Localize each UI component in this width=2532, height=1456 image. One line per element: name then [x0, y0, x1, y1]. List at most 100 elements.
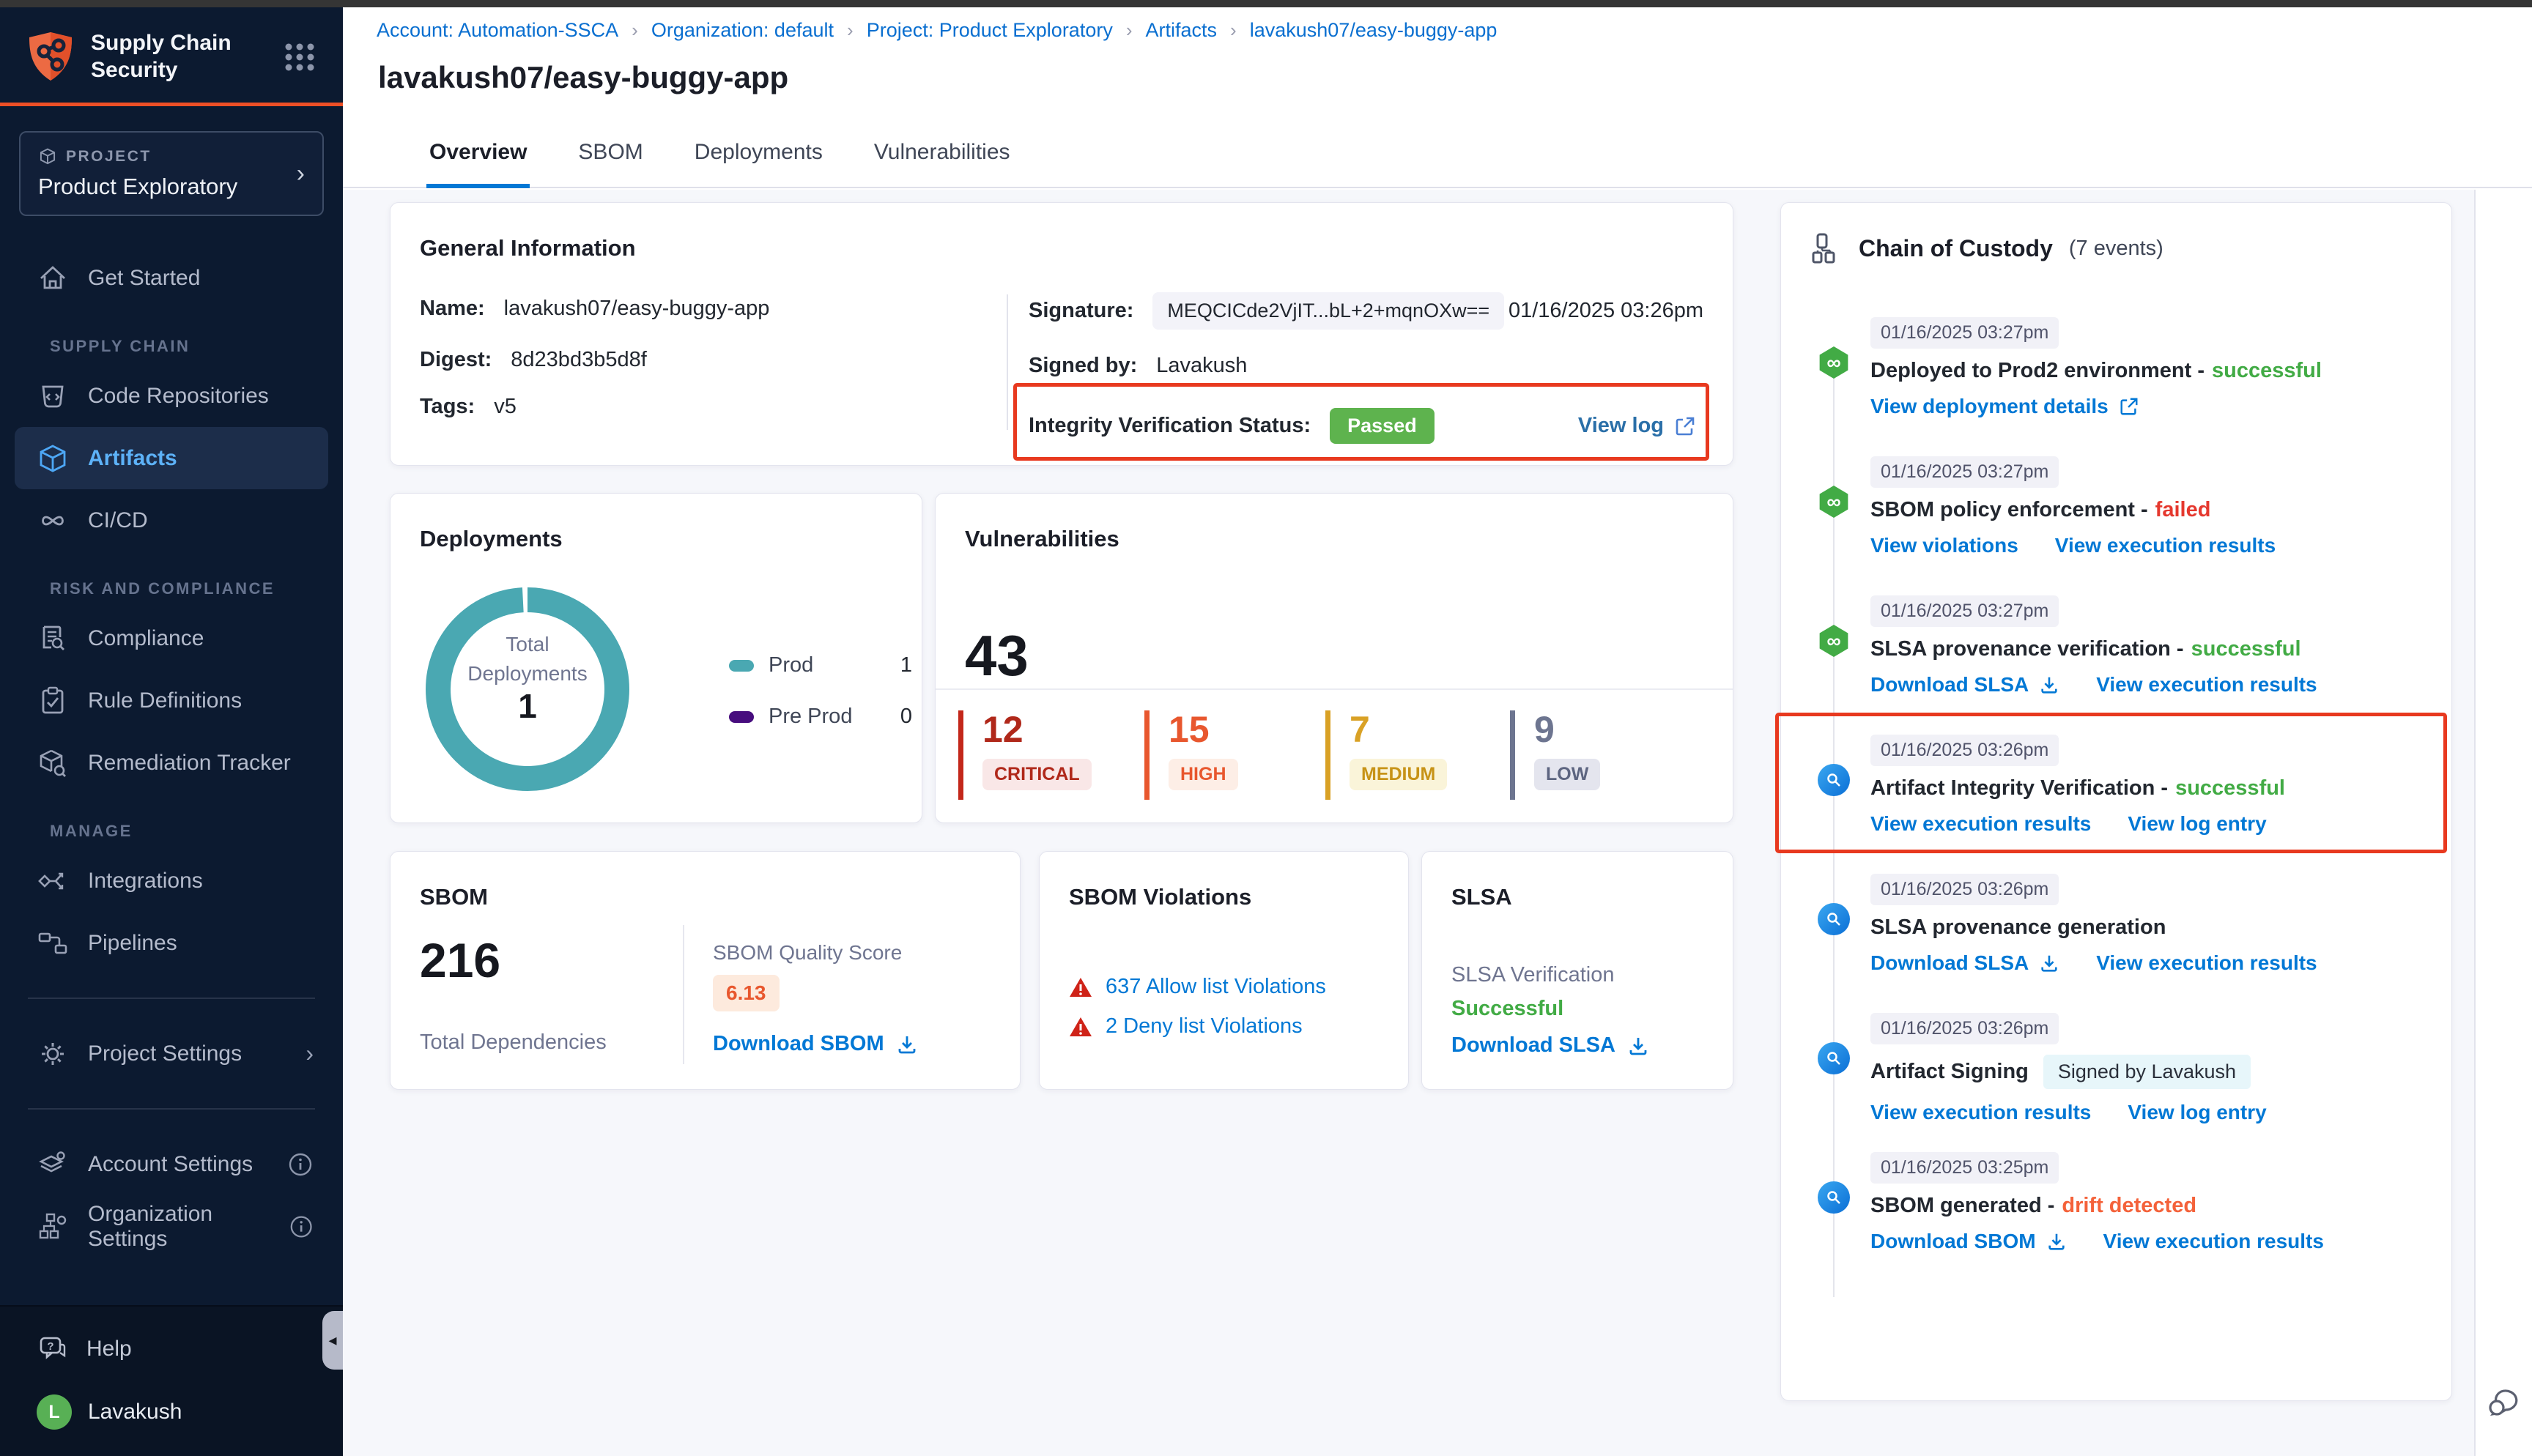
tab-deployments[interactable]: Deployments	[692, 140, 826, 188]
deny-list-violations-row: 2 Deny list Violations	[1069, 1014, 1303, 1039]
chain-of-custody-timeline: ∞ 01/16/2025 03:27pm Deployed to Prod2 e…	[1810, 317, 2434, 1386]
app-title: Supply Chain Security	[91, 29, 232, 83]
sidebar-item-cicd[interactable]: CI/CD	[0, 489, 343, 551]
view-execution-results-link[interactable]: View execution results	[2055, 534, 2276, 557]
sidebar-section-manage: MANAGE	[0, 813, 343, 850]
sidebar-footer: ? Help L Lavakush	[0, 1305, 343, 1456]
help-button[interactable]: ? Help	[0, 1323, 343, 1375]
pipelines-icon	[37, 927, 69, 959]
chain-of-custody-card: Chain of Custody (7 events) ∞ 01/16/2025…	[1780, 202, 2452, 1401]
sbom-violations-card: SBOM Violations 637 Allow list Violation…	[1039, 851, 1409, 1090]
artifact-digest-value: 8d23bd3b5d8f	[511, 348, 646, 372]
sidebar-item-artifacts[interactable]: Artifacts	[15, 427, 328, 489]
sidebar-item-get-started[interactable]: Get Started	[0, 247, 343, 309]
vulnerabilities-total: 43	[965, 623, 1029, 689]
integrations-icon	[37, 865, 69, 897]
event-title: SLSA provenance generation	[1870, 915, 2166, 940]
download-icon	[2039, 675, 2059, 695]
view-execution-results-link[interactable]: View execution results	[2096, 673, 2317, 697]
sidebar-item-remediation-tracker[interactable]: Remediation Tracker	[0, 732, 343, 794]
download-slsa-link[interactable]: Download SLSA	[1451, 1033, 1649, 1058]
sidebar-item-project-settings[interactable]: Project Settings ›	[0, 1022, 343, 1085]
view-execution-results-link[interactable]: View execution results	[1870, 812, 2091, 836]
slsa-card: SLSA SLSA Verification Successful Downlo…	[1421, 851, 1733, 1090]
event-title: Deployed to Prod2 environment -	[1870, 359, 2205, 383]
breadcrumb-project[interactable]: Project: Product Exploratory	[867, 19, 1113, 42]
tab-vulnerabilities[interactable]: Vulnerabilities	[871, 140, 1013, 188]
tab-sbom[interactable]: SBOM	[575, 140, 645, 188]
scan-event-icon	[1818, 1042, 1850, 1074]
chain-of-custody-title: Chain of Custody	[1859, 235, 2053, 262]
artifact-name-value: lavakush07/easy-buggy-app	[504, 297, 770, 321]
artifacts-cube-icon	[37, 442, 69, 475]
view-violations-link[interactable]: View violations	[1870, 534, 2018, 557]
deployments-card: Deployments Total Deployments 1 Prod 1 P…	[390, 493, 922, 823]
breadcrumb-separator: ›	[1126, 19, 1133, 42]
compliance-doc-icon	[37, 623, 69, 655]
info-icon[interactable]	[289, 1214, 314, 1240]
view-execution-results-link[interactable]: View execution results	[1870, 1101, 2091, 1124]
breadcrumb-separator: ›	[632, 19, 638, 42]
signature-value[interactable]: MEQCICde2VjIT...bL+2+mqnOXw==	[1152, 292, 1504, 330]
slsa-title: SLSA	[1451, 884, 1512, 910]
sbom-card: SBOM 216 Total Dependencies SBOM Quality…	[390, 851, 1021, 1090]
support-chat-icon[interactable]	[2484, 1381, 2526, 1424]
vulnerabilities-title: Vulnerabilities	[965, 526, 1119, 552]
sidebar-section-risk-compliance: RISK AND COMPLIANCE	[0, 571, 343, 607]
sidebar-item-account-settings[interactable]: Account Settings	[0, 1133, 343, 1195]
event-status: failed	[2155, 498, 2211, 522]
breadcrumb-current[interactable]: lavakush07/easy-buggy-app	[1250, 19, 1498, 42]
project-selector[interactable]: PROJECT Product Exploratory ›	[19, 131, 324, 216]
signed-by-value: Lavakush	[1156, 354, 1247, 378]
event-timestamp: 01/16/2025 03:27pm	[1870, 595, 2059, 627]
download-slsa-link[interactable]: Download SLSA	[1870, 951, 2059, 975]
download-sbom-link[interactable]: Download SBOM	[713, 1032, 918, 1056]
legend-item-prod: Prod 1	[729, 653, 912, 677]
view-log-link[interactable]: View log	[1578, 414, 1696, 438]
deployments-title: Deployments	[420, 526, 563, 552]
deny-list-violations-link[interactable]: 2 Deny list Violations	[1106, 1014, 1303, 1039]
remediation-tracker-icon	[37, 747, 69, 779]
scan-event-icon	[1818, 903, 1850, 935]
sidebar-collapse-handle[interactable]: ◂	[322, 1311, 343, 1370]
breadcrumb-artifacts[interactable]: Artifacts	[1146, 19, 1218, 42]
tab-overview[interactable]: Overview	[426, 140, 530, 188]
download-sbom-link[interactable]: Download SBOM	[1870, 1230, 2067, 1253]
slsa-verification-label: SLSA Verification	[1451, 963, 1614, 987]
view-deployment-details-link[interactable]: View deployment details	[1870, 395, 2139, 418]
sidebar-item-compliance[interactable]: Compliance	[0, 607, 343, 669]
module-grid-icon[interactable]	[283, 40, 316, 73]
sidebar-item-pipelines[interactable]: Pipelines	[0, 912, 343, 974]
event-deployed-prod2: ∞ 01/16/2025 03:27pm Deployed to Prod2 e…	[1810, 317, 2434, 418]
severity-high: 15 HIGH	[1144, 710, 1238, 800]
download-slsa-link[interactable]: Download SLSA	[1870, 673, 2059, 697]
event-timestamp: 01/16/2025 03:26pm	[1870, 874, 2059, 905]
breadcrumb-account[interactable]: Account: Automation-SSCA	[377, 19, 618, 42]
view-execution-results-link[interactable]: View execution results	[2096, 951, 2317, 975]
breadcrumb-organization[interactable]: Organization: default	[651, 19, 834, 42]
card-divider	[1007, 294, 1008, 430]
view-log-entry-link[interactable]: View log entry	[2128, 1101, 2266, 1124]
brand-divider	[0, 103, 343, 106]
scan-event-icon	[1818, 1181, 1850, 1214]
info-icon[interactable]	[287, 1151, 314, 1178]
signed-by-row: Signed by: Lavakush	[1029, 354, 1247, 378]
view-execution-results-link[interactable]: View execution results	[2103, 1230, 2324, 1253]
sidebar-item-code-repositories[interactable]: Code Repositories	[0, 365, 343, 427]
severity-critical-badge: CRITICAL	[982, 759, 1092, 790]
event-artifact-signing: 01/16/2025 03:26pm Artifact SigningSigne…	[1810, 1013, 2434, 1124]
breadcrumb: Account: Automation-SSCA › Organization:…	[377, 19, 1497, 42]
scan-event-icon	[1818, 764, 1850, 796]
event-timestamp: 01/16/2025 03:26pm	[1870, 735, 2059, 766]
view-log-entry-link[interactable]: View log entry	[2128, 812, 2266, 836]
sidebar-item-integrations[interactable]: Integrations	[0, 850, 343, 912]
total-deployments-value: 1	[451, 691, 604, 721]
allow-list-violations-link[interactable]: 637 Allow list Violations	[1106, 975, 1326, 999]
sidebar-item-organization-settings[interactable]: Organization Settings	[0, 1195, 343, 1258]
event-timestamp: 01/16/2025 03:25pm	[1870, 1152, 2059, 1184]
user-menu[interactable]: L Lavakush	[0, 1386, 343, 1438]
event-sbom-generated: 01/16/2025 03:25pm SBOM generated -drift…	[1810, 1152, 2434, 1253]
sidebar-divider	[28, 1108, 315, 1110]
sidebar-item-rule-definitions[interactable]: Rule Definitions	[0, 669, 343, 732]
general-information-title: General Information	[420, 235, 636, 261]
